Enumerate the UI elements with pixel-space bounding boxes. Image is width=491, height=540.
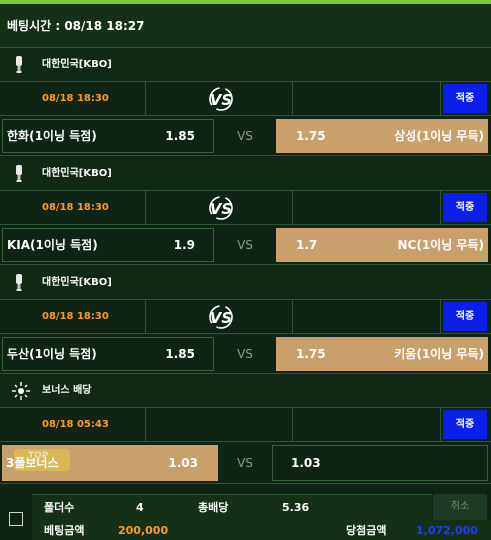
away-team-name: 삼성(1이닝 무득) <box>394 129 484 143</box>
bonus-away-bet-button[interactable]: 1.03 <box>272 445 488 481</box>
empty-cell <box>293 408 441 441</box>
win-amount: 1,072,000 <box>416 524 478 537</box>
home-team-name: 한화(1이닝 득점) <box>7 129 97 143</box>
home-odds: 1.85 <box>165 129 195 143</box>
vs-label: VS <box>237 347 253 361</box>
bonus-match-row: TOP 3폴보너스 1.03 VS 1.03 <box>0 442 491 484</box>
bonus-home-odds: 1.03 <box>168 456 198 470</box>
away-team-bet-button[interactable]: 1.75 삼성(1이닝 무득) <box>276 119 488 153</box>
game-time-row: 08/18 18:30 VS 적중 <box>0 82 491 116</box>
baseball-bat-icon <box>16 274 22 291</box>
away-team-name: NC(1이닝 무득) <box>397 238 484 252</box>
league-header: 대한민국[KBO] <box>0 48 491 82</box>
cancel-button[interactable]: 취소 <box>433 494 487 520</box>
bonus-header: 보너스 배당 <box>0 374 491 408</box>
game-time: 08/18 18:30 <box>0 82 146 115</box>
bonus-star-icon <box>12 382 30 400</box>
bet-time-header: 베팅시간 : 08/18 18:27 <box>0 4 491 48</box>
total-odds-label: 총배당 <box>198 501 229 514</box>
apply-button[interactable]: 적중 <box>443 410 487 439</box>
match-row: 한화(1이닝 득점) 1.85 VS 1.75 삼성(1이닝 무득) <box>0 116 491 156</box>
match-row: KIA(1이닝 득점) 1.9 VS 1.7 NC(1이닝 무득) <box>0 225 491 265</box>
apply-button[interactable]: 적중 <box>443 302 487 331</box>
home-team-bet-button[interactable]: 두산(1이닝 득점) 1.85 <box>2 337 214 371</box>
bonus-team-name: 3폴보너스 <box>6 456 59 470</box>
match-row: 두산(1이닝 득점) 1.85 VS 1.75 키움(1이닝 무득) <box>0 334 491 374</box>
apply-button[interactable]: 적중 <box>443 84 487 113</box>
home-team-name: 두산(1이닝 득점) <box>7 347 97 361</box>
apply-button[interactable]: 적중 <box>443 193 487 222</box>
away-odds: 1.7 <box>296 238 318 252</box>
total-odds: 5.36 <box>282 501 310 514</box>
folder-count-label: 폴더수 <box>44 501 75 514</box>
game-time-row: 08/18 18:30 VS 적중 <box>0 191 491 225</box>
folder-count: 4 <box>136 501 144 514</box>
vs-logo-icon: VS <box>209 305 233 329</box>
away-odds: 1.75 <box>296 129 326 143</box>
game-time: 08/18 18:30 <box>0 191 146 224</box>
svg-text:VS: VS <box>210 200 232 218</box>
select-checkbox[interactable] <box>9 512 23 526</box>
home-odds: 1.85 <box>165 347 195 361</box>
win-amount-label: 당첨금액 <box>346 524 387 537</box>
away-odds: 1.75 <box>296 347 326 361</box>
league-header: 대한민국[KBO] <box>0 157 491 191</box>
home-team-bet-button[interactable]: KIA(1이닝 득점) 1.9 <box>2 228 214 262</box>
home-odds: 1.9 <box>173 238 195 252</box>
vs-logo-icon: VS <box>209 196 233 220</box>
game-time: 08/18 18:30 <box>0 300 146 333</box>
svg-text:VS: VS <box>210 91 232 109</box>
empty-cell <box>293 82 441 115</box>
vs-logo-icon: VS <box>209 87 233 111</box>
empty-cell <box>293 300 441 333</box>
vs-cell: VS <box>146 82 293 115</box>
vs-label: VS <box>237 129 253 143</box>
vs-label: VS <box>237 456 253 470</box>
league-name: 대한민국[KBO] <box>42 277 112 288</box>
summary-row: 폴더수 4 총배당 5.36 <box>32 494 432 520</box>
home-team-name: KIA(1이닝 득점) <box>7 238 98 252</box>
vs-cell <box>146 408 293 441</box>
game-time-row: 08/18 18:30 VS 적중 <box>0 300 491 334</box>
league-header: 대한민국[KBO] <box>0 266 491 300</box>
bonus-away-odds: 1.03 <box>291 456 321 470</box>
baseball-bat-icon <box>16 165 22 182</box>
amount-row: 베팅금액 200,000 당첨금액 1,072,000 <box>32 520 491 540</box>
bet-amount-label: 베팅금액 <box>44 524 85 537</box>
away-team-name: 키움(1이닝 무득) <box>394 347 484 361</box>
baseball-bat-icon <box>16 56 22 73</box>
bet-slip-footer: 폴더수 4 총배당 5.36 취소 베팅금액 200,000 당첨금액 1,07… <box>0 484 491 540</box>
vs-label: VS <box>237 238 253 252</box>
away-team-bet-button[interactable]: 1.7 NC(1이닝 무득) <box>276 228 488 262</box>
svg-text:VS: VS <box>210 309 232 327</box>
bet-amount: 200,000 <box>118 524 169 537</box>
bonus-home-bet-button[interactable]: TOP 3폴보너스 1.03 <box>2 445 218 481</box>
bonus-time-row: 08/18 05:43 적중 <box>0 408 491 442</box>
league-name: 대한민국[KBO] <box>42 59 112 70</box>
bonus-name: 보너스 배당 <box>42 385 92 396</box>
league-name: 대한민국[KBO] <box>42 168 112 179</box>
vs-cell: VS <box>146 300 293 333</box>
home-team-bet-button[interactable]: 한화(1이닝 득점) 1.85 <box>2 119 214 153</box>
away-team-bet-button[interactable]: 1.75 키움(1이닝 무득) <box>276 337 488 371</box>
bonus-time: 08/18 05:43 <box>0 408 146 441</box>
empty-cell <box>293 191 441 224</box>
vs-cell: VS <box>146 191 293 224</box>
